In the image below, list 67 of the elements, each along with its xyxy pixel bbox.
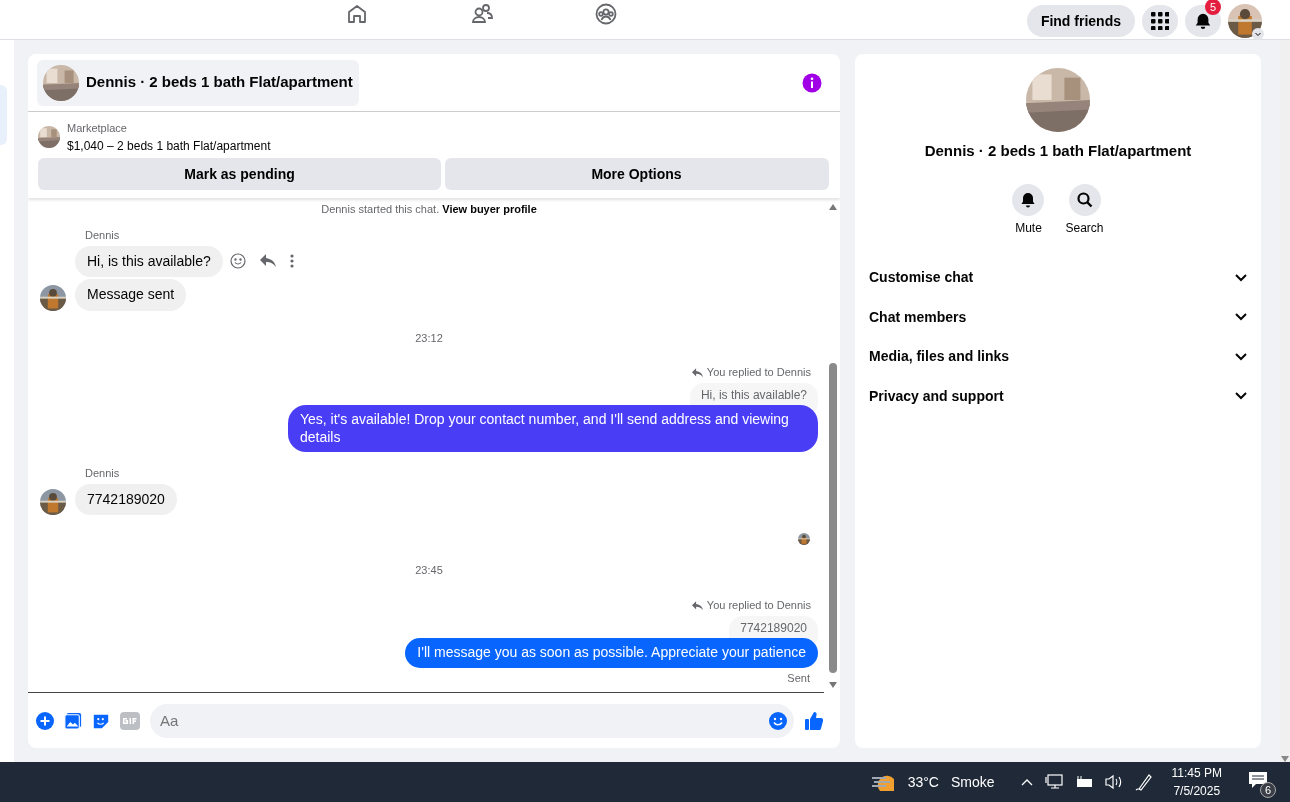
- message-bubble: I'll message you as soon as possible. Appreciate your patience: [405, 638, 818, 668]
- accordion-item[interactable]: Privacy and support: [855, 376, 1261, 416]
- listing-summary: $1,040 – 2 beds 1 bath Flat/apartment: [67, 137, 271, 155]
- section-label: Privacy and support: [869, 386, 1004, 406]
- reply-label: You replied to Dennis: [706, 598, 811, 613]
- timestamp: 23:45: [415, 564, 443, 577]
- message-bubble: Hi, is this available?: [75, 245, 223, 277]
- sender-name: Dennis: [85, 467, 120, 480]
- bell-icon: [1194, 12, 1212, 30]
- timestamp: 23:12: [415, 331, 443, 344]
- message-bubble: Message sent: [75, 279, 187, 311]
- chat-title-chip[interactable]: Dennis · 2 beds 1 bath Flat/apartment: [37, 59, 359, 106]
- message-input-field[interactable]: Aa: [150, 703, 794, 738]
- emoji-icon[interactable]: [768, 710, 788, 731]
- temperature: 33°C: [907, 772, 939, 792]
- add-icon[interactable]: [36, 711, 54, 730]
- section-label: Chat members: [869, 307, 967, 327]
- scroll-down-icon[interactable]: [829, 682, 837, 688]
- network-icon[interactable]: [1044, 774, 1063, 790]
- reply-label: You replied to Dennis: [706, 366, 811, 380]
- apps-menu-button[interactable]: [1142, 5, 1178, 37]
- sender-name: Dennis: [85, 229, 120, 241]
- chat-title: Dennis · 2 beds 1 bath Flat/apartment: [924, 141, 1192, 161]
- find-friends-button[interactable]: Find friends: [1026, 5, 1135, 37]
- reply-icon: [692, 600, 704, 611]
- chat-title: Dennis · 2 beds 1 bath Flat/apartment: [86, 72, 353, 93]
- like-icon[interactable]: [804, 710, 824, 731]
- caret-icon[interactable]: [1252, 28, 1264, 40]
- section-label: Customise chat: [869, 268, 974, 288]
- search-icon[interactable]: [1068, 183, 1101, 216]
- emoji-icon[interactable]: [229, 253, 246, 270]
- accordion-item[interactable]: Chat members: [855, 297, 1261, 337]
- people-icon[interactable]: [470, 2, 494, 26]
- action-button[interactable]: More Options: [444, 158, 829, 190]
- clock-time: 11:45 PM: [1171, 765, 1222, 782]
- grid-icon: [1151, 12, 1169, 30]
- message-status: Sent: [787, 671, 810, 684]
- battery-icon[interactable]: [1074, 776, 1093, 788]
- bell-icon[interactable]: [1012, 183, 1045, 216]
- weather-condition: Smoke: [950, 772, 995, 792]
- button-label: Mute: [1015, 220, 1042, 237]
- chevron-up-icon[interactable]: [1020, 778, 1033, 786]
- photo-icon[interactable]: [64, 711, 82, 730]
- sidebar-highlight: [0, 85, 7, 145]
- accordion-item[interactable]: Media, files and links: [855, 337, 1261, 377]
- pen-icon[interactable]: [1134, 773, 1153, 791]
- info-icon[interactable]: [802, 72, 822, 93]
- clock-date: 7/5/2025: [1172, 783, 1222, 800]
- action-button[interactable]: Mark as pending: [38, 158, 441, 190]
- message-bubble: Yes, it's available! Drop your contact number, and I'll send address and viewing details: [288, 405, 818, 453]
- notifications-button[interactable]: [1185, 5, 1221, 37]
- more-icon[interactable]: [289, 254, 294, 269]
- button-label: Search: [1065, 220, 1104, 237]
- notification-count: 6: [1260, 781, 1276, 798]
- home-icon[interactable]: [345, 2, 369, 26]
- reply-icon: [692, 367, 704, 378]
- volume-icon[interactable]: [1104, 774, 1123, 790]
- chat-start-notice: Dennis started this chat. View buyer profile: [321, 203, 537, 215]
- listing-source: Marketplace: [67, 121, 128, 136]
- scrollbar-thumb[interactable]: [829, 363, 837, 673]
- message-bubble: 7742189020: [75, 483, 177, 516]
- scroll-up-icon[interactable]: [829, 204, 837, 210]
- view-profile-link[interactable]: View buyer profile: [442, 203, 537, 215]
- accordion-item[interactable]: Customise chat: [855, 258, 1261, 298]
- notification-count: 5: [1205, 0, 1221, 15]
- group-icon[interactable]: [594, 2, 618, 26]
- section-label: Media, files and links: [869, 347, 1010, 367]
